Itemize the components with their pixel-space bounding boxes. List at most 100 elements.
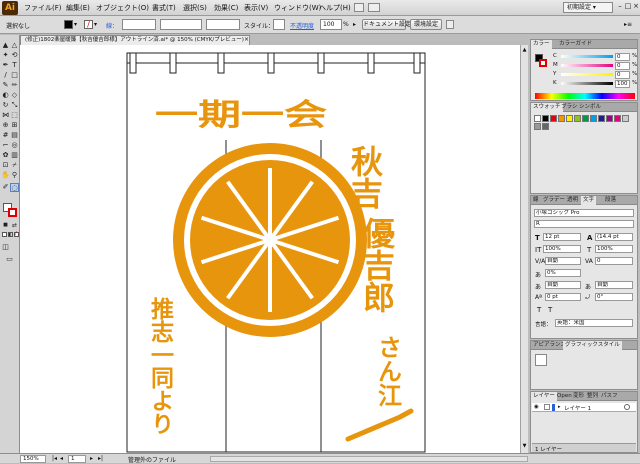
swatch[interactable] [622,115,629,122]
tracking-select[interactable]: 0 [595,257,633,265]
eyedropper-icon[interactable]: ⌐ [1,141,10,150]
vertical-scrollbar[interactable]: ▲ ▼ [520,45,528,453]
swatch[interactable] [566,115,573,122]
font-style-select[interactable]: R [534,220,634,228]
menu-type[interactable]: 書式(T) [152,3,176,13]
tab-transform[interactable]: 変形 [571,392,586,401]
swatch[interactable] [582,115,589,122]
menu-window[interactable]: ウィンドウ(W) [274,3,321,13]
arrange-documents-icon[interactable] [368,3,380,12]
zoom-tool-icon[interactable]: ⚲ [10,171,19,180]
swatch-grid[interactable] [534,115,634,187]
swatch[interactable] [606,115,613,122]
free-transform-icon[interactable]: ⬚ [10,111,19,120]
baseline-shift-input[interactable]: 0 pt [545,293,581,301]
color-spectrum-bar[interactable] [535,93,635,99]
stroke-label[interactable]: 線： [106,21,118,30]
tab-gradient[interactable]: グラデー [541,196,567,205]
shape-builder-icon[interactable]: ⊕ [1,121,10,130]
gradient-mode-icon[interactable] [8,232,13,237]
symbol-sprayer-icon[interactable]: ✿ [1,151,10,160]
stroke-none-icon[interactable]: / [84,20,93,29]
tab-layers[interactable]: レイヤー [531,392,557,401]
rectangle-tool-icon[interactable]: □ [10,71,19,80]
horizontal-scrollbar[interactable] [210,456,528,462]
none-mode-icon[interactable]: / [14,232,19,237]
tsume-select[interactable]: 0% [545,269,581,277]
swatch[interactable] [598,115,605,122]
stroke-swatch-icon[interactable] [8,208,17,217]
screen-mode-icon[interactable]: ▭ [5,255,14,264]
default-graphic-style[interactable] [535,354,547,366]
paintbrush-icon[interactable]: ✎ [1,81,10,90]
tab-character[interactable]: 文字 [581,196,597,205]
brush-select[interactable] [206,19,240,30]
minimize-icon[interactable]: – [616,2,624,11]
eyedropper-alt-icon[interactable]: ✐ [1,183,10,192]
swatch[interactable] [558,115,565,122]
color-channel-input[interactable]: 0 [615,53,630,61]
eraser-icon[interactable]: ◇ [10,91,19,100]
visibility-eye-icon[interactable]: ◉ [534,404,539,410]
character-rotation-input[interactable]: 0° [595,293,633,301]
draw-mode-icon[interactable]: ◫ [1,243,10,252]
kerning-select[interactable]: 自動 [545,257,581,265]
blob-brush-icon[interactable]: ◐ [1,91,10,100]
menu-file[interactable]: ファイル(F) [24,3,62,13]
default-colors-icon[interactable]: ■ [1,221,10,230]
pen-tool-icon[interactable]: ✒ [1,61,10,70]
fill-dropdown-icon[interactable]: ▾ [74,21,77,28]
aki-right-select[interactable]: 自動 [595,281,633,289]
color-channel-slider[interactable] [561,82,613,85]
color-channel-input[interactable]: 100 [615,80,630,88]
lock-toggle[interactable] [544,404,550,410]
swatch[interactable] [574,115,581,122]
direct-selection-tool-icon[interactable]: △ [10,41,19,50]
opacity-dropdown-icon[interactable]: ▸ [353,21,356,28]
bridge-icon[interactable] [354,3,364,12]
swatch[interactable] [534,115,541,122]
color-channel-input[interactable]: 0 [615,62,630,70]
leading-input[interactable]: (14.4 pt [595,233,633,241]
artboard-number-input[interactable]: 1 [68,455,86,463]
control-options-icon[interactable] [446,20,454,29]
selection-tool-icon[interactable]: ▲ [1,41,10,50]
tab-stroke[interactable]: 線 [531,196,541,205]
swatch[interactable] [590,115,597,122]
layer-name[interactable]: レイヤー 1 [564,404,591,412]
workspace-select[interactable]: 初期設定 ▾ [563,2,613,13]
tab-graphic-styles[interactable]: グラフィックスタイル [563,341,622,350]
document-setup-button[interactable]: ドキュメント設定 [362,19,411,30]
menu-edit[interactable]: 編集(E) [66,3,90,13]
menu-help[interactable]: ヘルプ(H) [319,3,351,13]
color-mode-icon[interactable] [2,232,7,237]
maximize-icon[interactable]: □ [624,2,632,11]
font-size-input[interactable]: 12 pt [543,233,581,241]
magic-wand-icon[interactable]: ✦ [1,51,10,60]
language-select[interactable]: 英語：米国 [555,319,633,327]
artboard-tool-icon[interactable]: ⊡ [1,161,10,170]
swap-colors-icon[interactable]: ⇄ [10,221,19,230]
last-artboard-icon[interactable]: ▸| [98,455,103,462]
type-tool-icon[interactable]: T [10,61,19,70]
rotate-tool-icon[interactable]: ↻ [1,101,10,110]
tab-pathfinder[interactable]: パスフ [599,392,620,401]
tab-transparency[interactable]: 透明 [565,196,580,205]
swatch[interactable] [534,123,541,130]
swatch[interactable] [542,123,549,130]
menu-object[interactable]: オブジェクト(O) [96,3,149,13]
opacity-link-text[interactable]: 不透明度 [290,21,314,30]
close-document-icon[interactable]: × [244,36,249,43]
swatch[interactable] [550,115,557,122]
variable-width-select[interactable] [160,19,202,30]
prev-artboard-icon[interactable]: ◂ [60,455,63,462]
aki-left-select[interactable]: 自動 [545,281,581,289]
graph-tool-icon[interactable]: ▥ [10,151,19,160]
vertical-scale-input[interactable]: 100% [543,245,581,253]
stroke-weight-input[interactable] [122,19,156,30]
measure-tool-icon[interactable]: ◌ [10,183,19,192]
stroke-dropdown-icon[interactable]: ▾ [94,21,97,28]
color-channel-slider[interactable] [561,73,613,76]
color-channel-slider[interactable] [561,55,613,58]
swatch[interactable] [542,115,549,122]
